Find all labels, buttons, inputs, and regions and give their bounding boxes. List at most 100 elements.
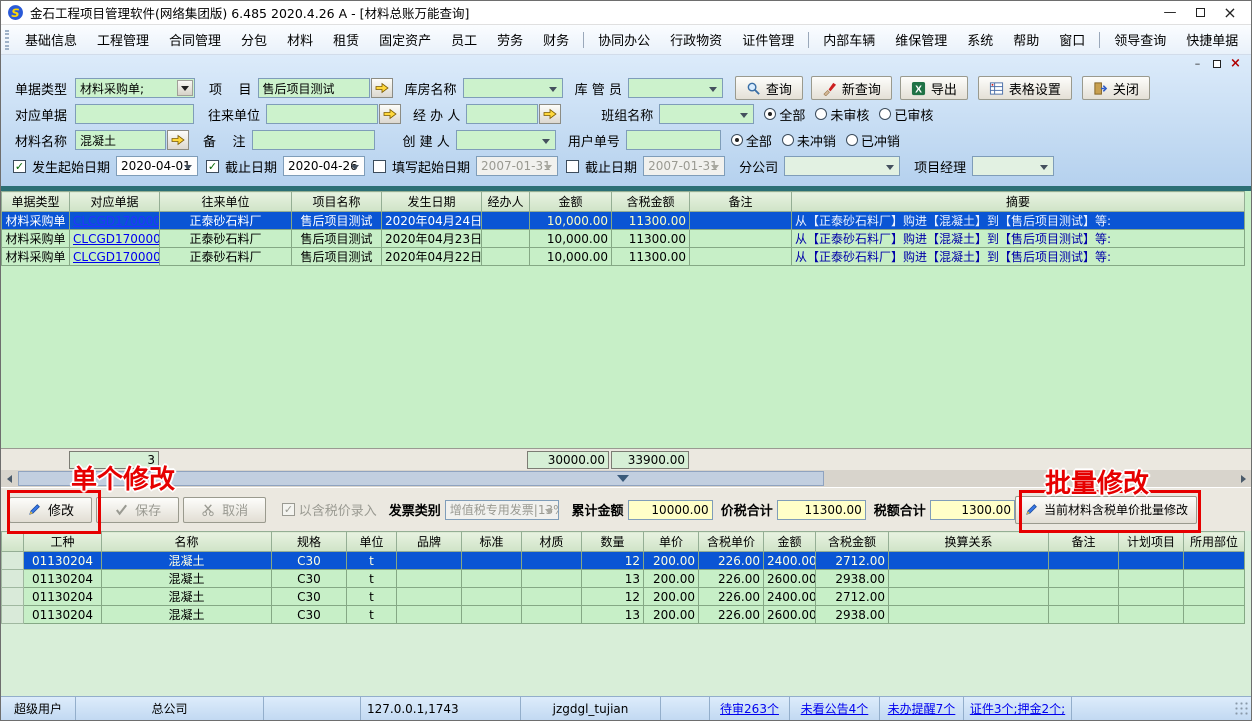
column-header[interactable]: 含税金额: [612, 192, 690, 212]
tax-total-field[interactable]: 1300.00: [930, 500, 1015, 520]
column-header[interactable]: 备注: [690, 192, 792, 212]
column-header[interactable]: 换算关系: [889, 532, 1049, 552]
export-button[interactable]: X 导出: [900, 76, 968, 100]
end-date-checkbox[interactable]: ✓: [206, 160, 219, 173]
mdi-close-icon[interactable]: ×: [1228, 57, 1243, 70]
column-header[interactable]: 发生日期: [382, 192, 482, 212]
column-header[interactable]: 往来单位: [160, 192, 292, 212]
handler-input[interactable]: [466, 104, 538, 124]
related-doc-input[interactable]: [75, 104, 194, 124]
handler-picker-button[interactable]: [539, 104, 561, 124]
menu-item-18[interactable]: 帮助: [1003, 26, 1049, 53]
material-picker-button[interactable]: [167, 130, 189, 150]
menu-item-1[interactable]: 工程管理: [87, 26, 159, 53]
warehouse-select[interactable]: [463, 78, 563, 98]
warehouse-keeper-select[interactable]: [628, 78, 723, 98]
writeoff-written-radio[interactable]: [846, 134, 858, 146]
menu-item-7[interactable]: 员工: [441, 26, 487, 53]
column-header[interactable]: 计划项目: [1119, 532, 1184, 552]
table-row[interactable]: 材料采购单CLCGD170000213正泰砂石料厂售后项目测试2020年04月2…: [2, 212, 1245, 230]
audit-unaudited-radio[interactable]: [815, 108, 827, 120]
maximize-icon[interactable]: [1185, 3, 1215, 23]
column-header[interactable]: 含税金额: [816, 532, 889, 552]
menu-item-2[interactable]: 合同管理: [159, 26, 231, 53]
column-header[interactable]: 数量: [582, 532, 644, 552]
menu-item-23[interactable]: 重连网络: [1248, 26, 1252, 53]
branch-select[interactable]: [784, 156, 900, 176]
column-header[interactable]: 经办人: [482, 192, 530, 212]
creator-select[interactable]: [456, 130, 556, 150]
scroll-left-icon[interactable]: [1, 470, 17, 487]
project-input[interactable]: 售后项目测试: [258, 78, 370, 98]
column-header[interactable]: 含税单价: [699, 532, 764, 552]
start-date-select[interactable]: 2020-04-01: [116, 156, 198, 176]
invoice-type-select[interactable]: 增值税专用发票|13%: [445, 500, 560, 520]
fill-start-date-select[interactable]: 2007-01-31: [476, 156, 558, 176]
fill-end-date-checkbox[interactable]: [566, 160, 579, 173]
modify-button[interactable]: 修改: [9, 497, 92, 523]
menu-item-17[interactable]: 系统: [957, 26, 1003, 53]
material-input[interactable]: 混凝土: [75, 130, 166, 150]
tax-incl-total-field[interactable]: 11300.00: [777, 500, 866, 520]
save-button[interactable]: 保存: [96, 497, 179, 523]
table-row[interactable]: 01130204混凝土C30t12200.00226.002400.002712…: [2, 552, 1245, 570]
doc-link[interactable]: CLCGD170000213: [70, 212, 160, 230]
table-row[interactable]: 01130204混凝土C30t13200.00226.002600.002938…: [2, 606, 1245, 624]
menu-item-0[interactable]: 基础信息: [15, 26, 87, 53]
tax-price-entry-checkbox[interactable]: ✓: [282, 503, 295, 516]
menu-item-19[interactable]: 窗口: [1049, 26, 1095, 53]
audit-audited-radio[interactable]: [879, 108, 891, 120]
menu-item-3[interactable]: 分包: [231, 26, 277, 53]
column-header[interactable]: 单价: [644, 532, 699, 552]
project-picker-button[interactable]: [371, 78, 393, 98]
table-row[interactable]: 材料采购单CLCGD170000215正泰砂石料厂售后项目测试2020年04月2…: [2, 248, 1245, 266]
column-header[interactable]: 名称: [102, 532, 272, 552]
menu-item-12[interactable]: 行政物资: [660, 26, 732, 53]
table-row[interactable]: 01130204混凝土C30t13200.00226.002600.002938…: [2, 570, 1245, 588]
menu-item-15[interactable]: 内部车辆: [813, 26, 885, 53]
menu-item-4[interactable]: 材料: [277, 26, 323, 53]
menu-item-16[interactable]: 维保管理: [885, 26, 957, 53]
project-manager-select[interactable]: [972, 156, 1054, 176]
writeoff-all-radio[interactable]: [731, 134, 743, 146]
partner-picker-button[interactable]: [379, 104, 401, 124]
certificates-link[interactable]: 证件3个;押金2个;: [970, 700, 1065, 717]
doc-type-select[interactable]: 材料采购单;: [75, 78, 195, 98]
grid-settings-button[interactable]: 表格设置: [978, 76, 1072, 100]
menu-item-22[interactable]: 快捷单据: [1176, 26, 1248, 53]
close-icon[interactable]: ×: [1215, 3, 1245, 23]
column-header[interactable]: 材质: [522, 532, 582, 552]
remark-input[interactable]: [252, 130, 375, 150]
column-header[interactable]: 单据类型: [2, 192, 70, 212]
partner-input[interactable]: [266, 104, 378, 124]
column-header[interactable]: 标准: [462, 532, 522, 552]
column-header[interactable]: 对应单据: [70, 192, 160, 212]
unread-notice-link[interactable]: 未看公告4个: [801, 700, 869, 717]
user-doc-no-input[interactable]: [626, 130, 721, 150]
pending-audit-link[interactable]: 待审263个: [720, 700, 779, 717]
mdi-minimize-icon[interactable]: –: [1190, 57, 1205, 70]
column-header[interactable]: 所用部位: [1184, 532, 1245, 552]
menu-item-5[interactable]: 租赁: [323, 26, 369, 53]
doc-link[interactable]: CLCGD170000214: [70, 230, 160, 248]
splitter-down-icon[interactable]: [617, 475, 629, 482]
column-header[interactable]: 项目名称: [292, 192, 382, 212]
menu-item-13[interactable]: 证件管理: [732, 26, 804, 53]
team-select[interactable]: [659, 104, 754, 124]
new-query-button[interactable]: 新查询: [811, 76, 892, 100]
audit-all-radio[interactable]: [764, 108, 776, 120]
column-header[interactable]: 摘要: [792, 192, 1245, 212]
menu-item-9[interactable]: 财务: [533, 26, 579, 53]
column-header[interactable]: 备注: [1049, 532, 1119, 552]
table-row[interactable]: 01130204混凝土C30t12200.00226.002400.002712…: [2, 588, 1245, 606]
minimize-icon[interactable]: —: [1155, 3, 1185, 23]
close-query-button[interactable]: 关闭: [1082, 76, 1150, 100]
total-amount-field[interactable]: 10000.00: [628, 500, 713, 520]
menu-item-8[interactable]: 劳务: [487, 26, 533, 53]
column-header[interactable]: 规格: [272, 532, 347, 552]
end-date-select[interactable]: 2020-04-26: [283, 156, 365, 176]
toolbar-grip[interactable]: [5, 30, 9, 50]
column-header[interactable]: 金额: [764, 532, 816, 552]
fill-end-date-select[interactable]: 2007-01-31: [643, 156, 725, 176]
scroll-right-icon[interactable]: [1235, 470, 1251, 487]
